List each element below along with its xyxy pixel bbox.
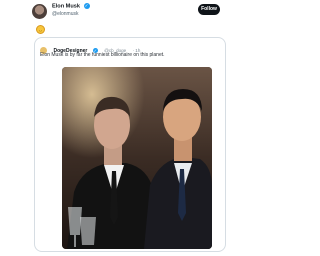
quoted-tweet-card[interactable]: DogeDesigner ✓ @cb_doge · 1h Elon Musk i…: [34, 37, 226, 252]
follow-button[interactable]: Follow: [198, 4, 220, 15]
quoted-tweet-photo[interactable]: [62, 67, 212, 249]
author-name-line[interactable]: Elon Musk ✓: [52, 3, 90, 9]
quoted-tweet-header: DogeDesigner ✓ @cb_doge · 1h: [40, 42, 140, 55]
tweet-header: Elon Musk ✓ @elonmusk Follow: [32, 3, 250, 21]
author-handle[interactable]: @elonmusk: [52, 11, 78, 17]
photo-illustration: [62, 67, 212, 249]
quoted-tweet-text: Elon Musk is by far the funniest billion…: [40, 52, 165, 58]
author-name[interactable]: Elon Musk: [52, 3, 80, 9]
verified-badge-icon: ✓: [83, 3, 90, 9]
author-avatar[interactable]: [32, 4, 47, 19]
emoji-icon: ◡: [36, 25, 45, 34]
